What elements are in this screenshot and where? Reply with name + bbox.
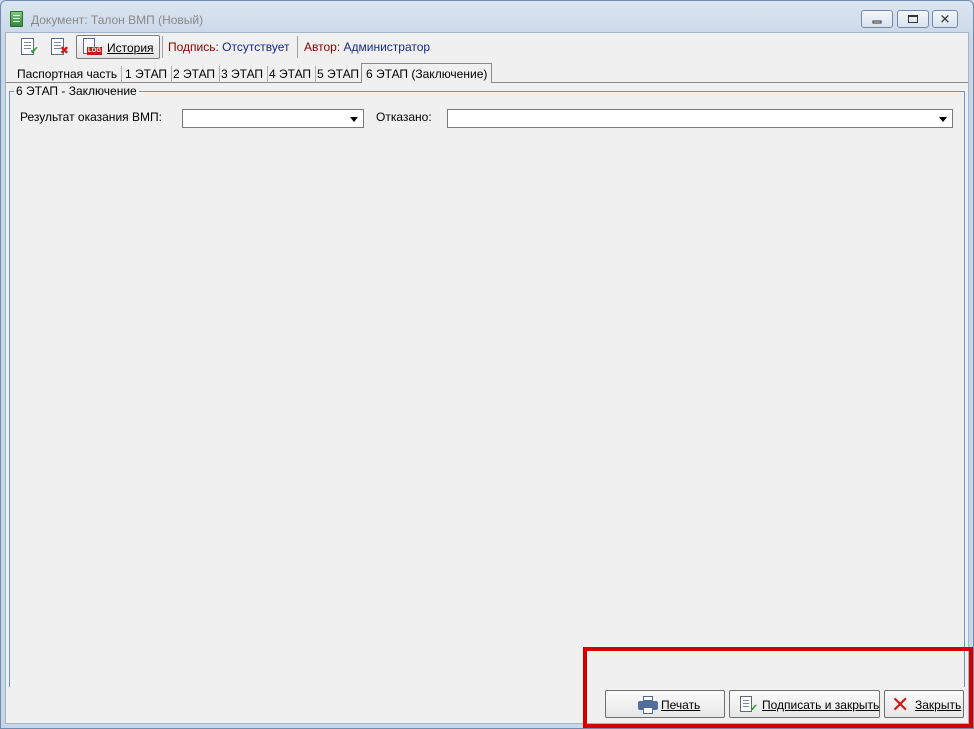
app-document-icon [10, 11, 23, 27]
chevron-down-icon[interactable] [939, 117, 947, 122]
print-button-label: Печать [661, 698, 701, 712]
refused-label: Отказано: [376, 110, 432, 124]
signature-value: Отсутствует [222, 40, 290, 54]
close-button[interactable]: ✕ Закрыть [884, 690, 964, 718]
client-area: ✔ ✖ LOG История Подпись: Отсутствует Авт… [5, 32, 969, 724]
tab-stage-3[interactable]: 3 ЭТАП [217, 66, 269, 83]
document-window: Документ: Талон ВМП (Новый) ✕ ✔ ✖ LOG Ис… [0, 0, 974, 729]
close-window-button[interactable]: ✕ [932, 10, 958, 28]
sign-and-close-label: Подписать и закрыть [762, 698, 880, 712]
toolbar: ✔ ✖ LOG История Подпись: Отсутствует Авт… [6, 33, 968, 61]
tab-stage-5[interactable]: 5 ЭТАП [313, 66, 365, 83]
minimize-button[interactable] [861, 10, 893, 28]
history-button[interactable]: LOG История [76, 35, 160, 59]
sign-and-close-button[interactable]: ✔ Подписать и закрыть [729, 690, 880, 718]
result-combobox[interactable] [182, 109, 364, 128]
title-bar[interactable]: Документ: Талон ВМП (Новый) ✕ [1, 1, 973, 35]
maximize-icon [908, 15, 918, 23]
print-button[interactable]: Печать [605, 690, 725, 718]
tab-passport[interactable]: Паспортная часть [13, 66, 123, 83]
toolbar-separator [297, 36, 298, 58]
tab-stage-1[interactable]: 1 ЭТАП [121, 66, 173, 83]
check-mark-icon: ✔ [29, 45, 39, 57]
remove-signature-button[interactable]: ✖ [48, 37, 70, 57]
toolbar-separator [162, 36, 163, 58]
close-icon: ✕ [939, 11, 951, 27]
signature-label: Подпись: [168, 40, 219, 54]
maximize-button[interactable] [897, 10, 929, 28]
chevron-down-icon[interactable] [350, 117, 358, 122]
author-info: Автор: Администратор [304, 40, 430, 54]
author-label: Автор: [304, 40, 341, 54]
tab-strip: Паспортная часть 1 ЭТАП 2 ЭТАП 3 ЭТАП 4 … [6, 63, 968, 83]
signature-status: Подпись: Отсутствует [168, 40, 289, 54]
tab-stage-2[interactable]: 2 ЭТАП [169, 66, 221, 83]
window-title: Документ: Талон ВМП (Новый) [31, 13, 204, 27]
history-button-label: История [107, 41, 154, 55]
printer-icon [638, 696, 658, 714]
refused-combobox[interactable] [447, 109, 953, 128]
minimize-icon [872, 20, 882, 24]
sign-document-icon: ✔ [740, 696, 758, 714]
log-icon: LOG [83, 38, 102, 56]
sign-document-button[interactable]: ✔ [18, 37, 40, 57]
result-label: Результат оказания ВМП: [20, 110, 162, 124]
close-icon: ✕ [891, 692, 910, 717]
author-value: Администратор [343, 40, 431, 54]
conclusion-group: 6 ЭТАП - Заключение Результат оказания В… [9, 84, 965, 688]
tab-stage-6-conclusion[interactable]: 6 ЭТАП (Заключение) [361, 63, 493, 83]
group-title: 6 ЭТАП - Заключение [14, 84, 139, 98]
tab-stage-4[interactable]: 4 ЭТАП [265, 66, 317, 83]
close-button-label: Закрыть [915, 698, 962, 712]
cross-mark-icon: ✖ [59, 45, 69, 57]
